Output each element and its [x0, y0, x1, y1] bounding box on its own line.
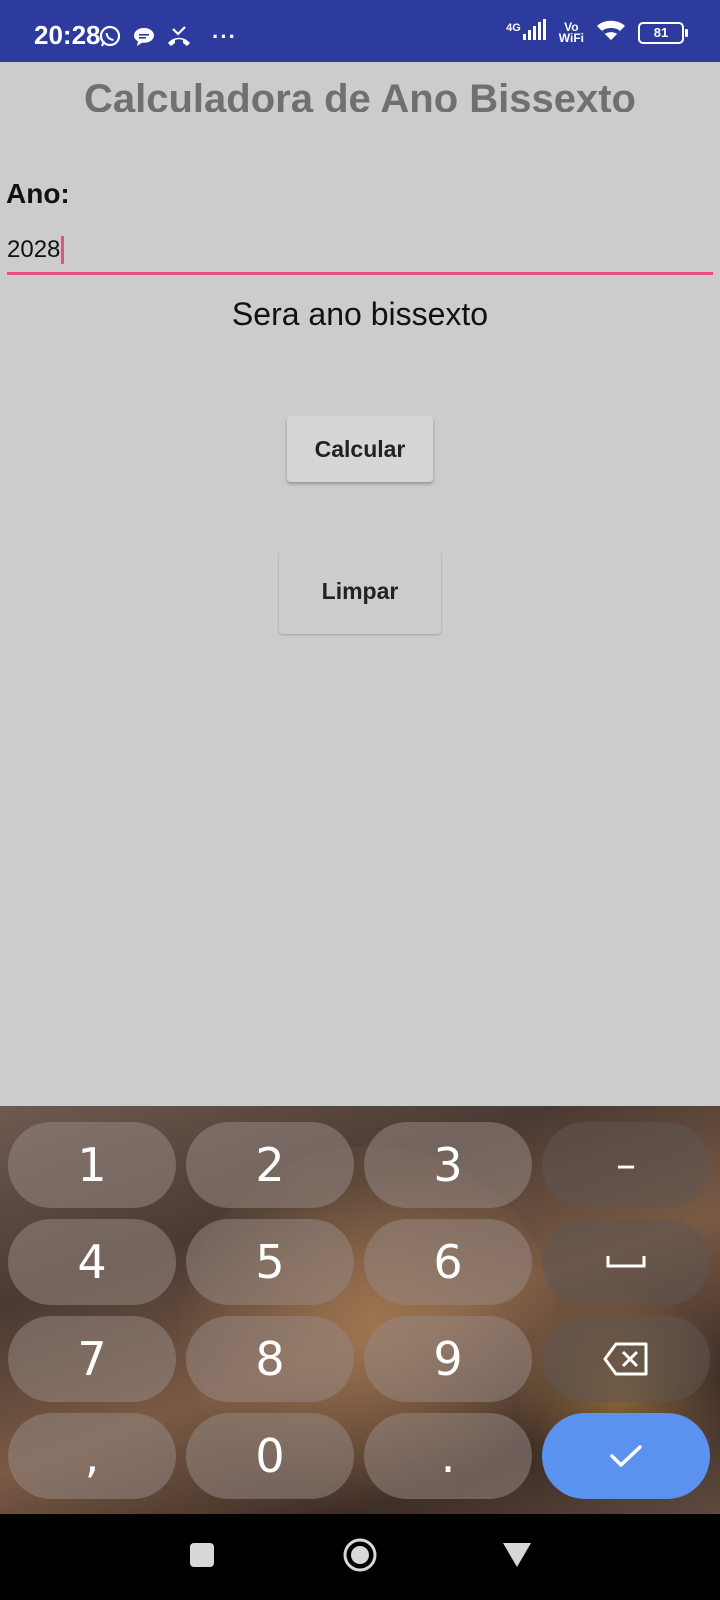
network-type: 4G: [506, 22, 521, 34]
recent-apps-button[interactable]: [157, 1514, 247, 1600]
missed-call-icon: [166, 26, 192, 48]
result-text: Sera ano bissexto: [231, 296, 489, 332]
page-title: Calculadora de Ano Bissexto: [84, 77, 636, 112]
wifi-icon: [596, 18, 626, 47]
year-label: Ano:: [6, 178, 70, 209]
enter-key[interactable]: [542, 1413, 710, 1499]
key-minus[interactable]: –: [542, 1122, 710, 1208]
battery-icon: 81: [638, 21, 688, 44]
key-8[interactable]: 8: [186, 1316, 354, 1402]
key-5[interactable]: 5: [186, 1219, 354, 1305]
chat-bubble-icon: [132, 26, 156, 48]
checkmark-icon: [608, 1443, 644, 1469]
navigation-bar: [0, 1514, 720, 1600]
vowifi-indicator: Vo WiFi: [558, 19, 584, 45]
key-1[interactable]: 1: [8, 1122, 176, 1208]
whatsapp-icon: [98, 25, 122, 49]
calculate-button[interactable]: Calcular: [287, 416, 433, 482]
backspace-icon: [602, 1341, 650, 1377]
space-key[interactable]: [542, 1219, 710, 1305]
recent-apps-icon: [189, 1542, 215, 1573]
key-6[interactable]: 6: [364, 1219, 532, 1305]
key-4[interactable]: 4: [8, 1219, 176, 1305]
clear-button[interactable]: Limpar: [279, 548, 441, 634]
space-icon: [606, 1254, 646, 1270]
back-button[interactable]: [472, 1514, 562, 1600]
numeric-keyboard: 1 2 3 – 4 5 6 7 8 9 , 0 .: [0, 1106, 720, 1514]
key-7[interactable]: 7: [8, 1316, 176, 1402]
status-time: 20:28: [34, 20, 101, 50]
home-button[interactable]: [315, 1514, 405, 1600]
battery-level: 81: [653, 24, 669, 40]
home-icon: [342, 1537, 378, 1578]
more-notifications: ···: [212, 24, 237, 49]
year-input[interactable]: 2028: [7, 228, 713, 275]
key-2[interactable]: 2: [186, 1122, 354, 1208]
text-cursor: [61, 236, 65, 264]
key-9[interactable]: 9: [364, 1316, 532, 1402]
status-bar: 20:28 ··· 4G Vo WiFi 81: [0, 0, 720, 62]
key-3[interactable]: 3: [364, 1122, 532, 1208]
key-comma[interactable]: ,: [8, 1413, 176, 1499]
back-icon: [501, 1541, 533, 1574]
year-input-value: 2028: [7, 236, 61, 263]
key-period[interactable]: .: [364, 1413, 532, 1499]
signal-icon: [522, 19, 547, 46]
key-0[interactable]: 0: [186, 1413, 354, 1499]
backspace-key[interactable]: [542, 1316, 710, 1402]
